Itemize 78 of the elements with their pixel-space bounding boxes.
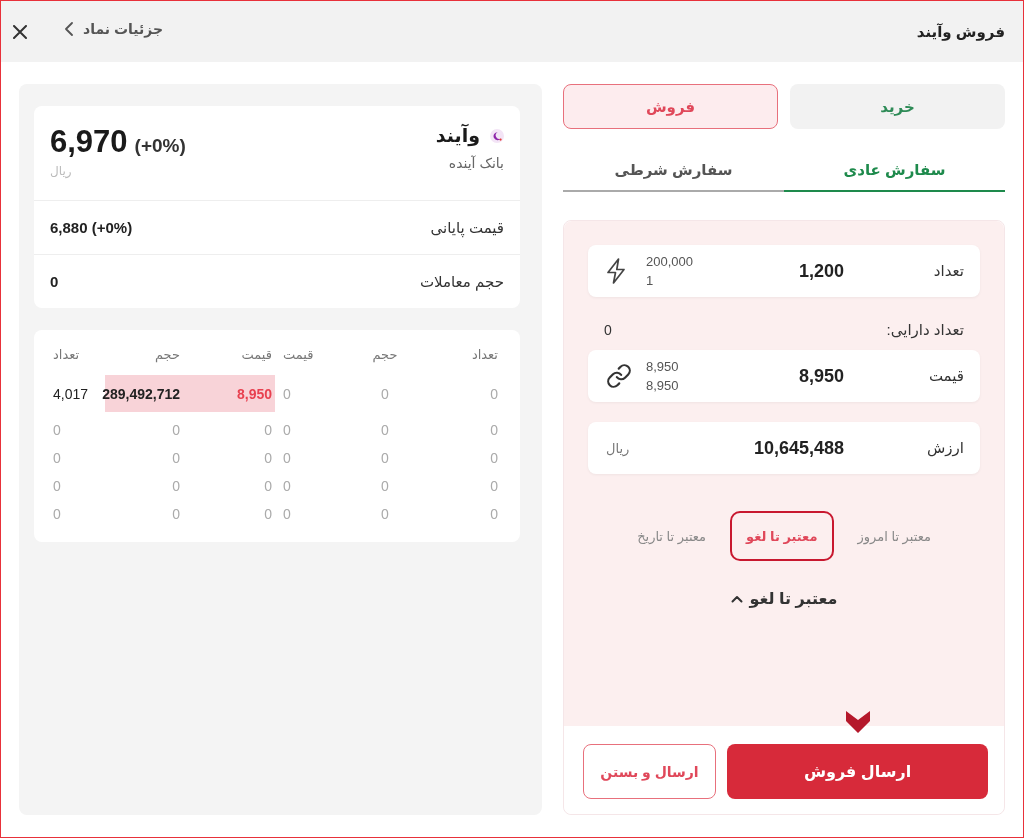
- crescent-icon: [490, 128, 504, 143]
- field-label: تعداد: [933, 262, 964, 280]
- buy-toggle[interactable]: خرید: [790, 84, 1005, 129]
- price-value: 8,950: [798, 365, 844, 387]
- ask-price: 0: [263, 450, 273, 466]
- ask-price: 0: [263, 422, 273, 438]
- lightning-icon[interactable]: [606, 258, 626, 284]
- price-change: (+0%): [134, 135, 186, 157]
- stat-label: قیمت پایانی: [430, 218, 504, 237]
- submit-and-close-button[interactable]: ارسال و بستن: [583, 744, 716, 799]
- column-header: قیمت: [282, 346, 315, 362]
- bid-count: 0: [489, 385, 499, 402]
- close-button[interactable]: [13, 24, 27, 39]
- ask-count: 0: [52, 506, 62, 522]
- column-header: تعداد: [470, 346, 499, 362]
- column-header: حجم: [371, 346, 399, 362]
- submit-sell-button[interactable]: ارسال فروش: [727, 744, 988, 799]
- bid-volume: 0: [380, 422, 390, 438]
- bid-price: 0: [282, 478, 292, 494]
- ask-volume: 0: [171, 506, 181, 522]
- ask-volume: 0: [171, 478, 181, 494]
- bid-count: 0: [489, 478, 499, 494]
- stat-label: حجم معاملات: [419, 272, 504, 291]
- bid-volume: 0: [380, 478, 390, 494]
- holdings-label: تعداد دارایی:: [886, 320, 964, 340]
- field-label: ارزش: [927, 439, 964, 457]
- order-type-tab[interactable]: سفارش عادی: [784, 149, 1005, 192]
- column-header: قیمت: [240, 346, 273, 362]
- stat-value: 6,880 (+0%): [50, 219, 133, 236]
- column-header: تعداد: [52, 346, 81, 362]
- last-price: 6,970: [50, 124, 128, 160]
- order-value: 10,645,488: [753, 437, 844, 459]
- ask-volume: 0: [171, 422, 181, 438]
- validity-select[interactable]: معتبر تا لغو: [730, 589, 838, 608]
- bid-volume: 0: [380, 385, 390, 402]
- upper-limit: 200,000: [646, 253, 693, 271]
- quantity-value: 1,200: [798, 260, 844, 282]
- ask-count: 0: [52, 478, 62, 494]
- ask-count: 4,017: [52, 385, 90, 402]
- ask-volume: 289,492,712: [101, 385, 181, 402]
- ask-volume: 0: [171, 450, 181, 466]
- chevron-left-icon: [65, 21, 73, 36]
- window-title: فروش وآیند: [916, 22, 1005, 41]
- currency-label: ریال: [606, 440, 630, 456]
- caret-up-icon: [730, 594, 743, 603]
- validity-option[interactable]: معتبر تا امروز: [841, 511, 947, 561]
- bid-price: 0: [282, 506, 292, 522]
- link-icon[interactable]: [606, 363, 632, 389]
- bid-volume: 0: [380, 450, 390, 466]
- validity-option[interactable]: معتبر تا لغو: [730, 511, 834, 561]
- symbol-name: وآیند: [435, 124, 480, 147]
- stat-value: 0: [50, 273, 59, 290]
- validity-option[interactable]: معتبر تا تاریخ: [621, 511, 723, 561]
- ask-price: 8,950: [235, 385, 273, 402]
- bid-count: 0: [489, 422, 499, 438]
- company-name: بانک آینده: [447, 155, 504, 171]
- ask-count: 0: [52, 422, 62, 438]
- close-icon: [13, 24, 27, 39]
- bid-count: 0: [489, 506, 499, 522]
- bid-volume: 0: [380, 506, 390, 522]
- bid-price: 0: [282, 422, 292, 438]
- lower-limit: 8,950: [646, 377, 679, 395]
- symbol-details-link[interactable]: جزئیات نماد: [65, 20, 164, 37]
- bid-count: 0: [489, 450, 499, 466]
- holdings-value: 0: [604, 321, 612, 340]
- field-label: قیمت: [928, 367, 964, 385]
- ask-price: 0: [263, 506, 273, 522]
- chevron-down-icon: [846, 711, 870, 733]
- upper-limit: 8,950: [646, 358, 679, 376]
- bid-price: 0: [282, 450, 292, 466]
- currency-label: ریال: [50, 164, 72, 178]
- sell-toggle[interactable]: فروش: [563, 84, 778, 129]
- column-header: حجم: [153, 346, 181, 362]
- order-type-tab[interactable]: سفارش شرطی: [563, 149, 784, 192]
- ask-price: 0: [263, 478, 273, 494]
- bid-price: 0: [282, 385, 292, 402]
- ask-count: 0: [52, 450, 62, 466]
- lower-limit: 1: [646, 272, 654, 290]
